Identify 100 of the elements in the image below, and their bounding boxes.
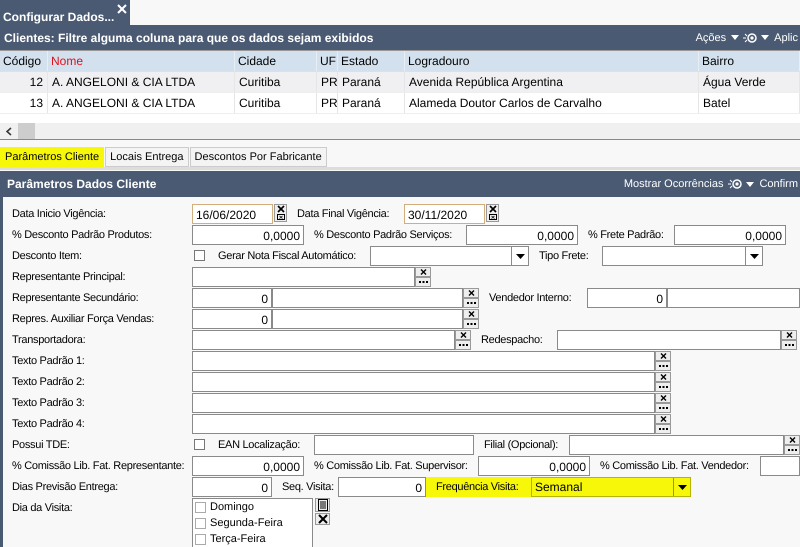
toolbar-action[interactable]: Ações	[694, 32, 728, 44]
lookup-field[interactable]	[557, 330, 781, 350]
tab[interactable]: Locais Entrega	[105, 147, 189, 167]
number-field[interactable]: 0	[338, 477, 426, 497]
clear-button[interactable]	[463, 309, 479, 319]
scrollbar-thumb[interactable]	[18, 123, 35, 139]
checkbox-list[interactable]: Domingo Segunda-Feira Terça-Feira	[192, 498, 313, 547]
lookup-field[interactable]	[272, 309, 463, 329]
table-cell: A. ANGELONI & CIA LTDA	[48, 72, 235, 92]
lookup-field[interactable]	[192, 414, 655, 434]
display-options-icon[interactable]	[743, 32, 758, 44]
date-field[interactable]: 30/11/2020	[404, 204, 485, 224]
caret-icon[interactable]	[761, 35, 770, 40]
select-all-button[interactable]	[315, 498, 330, 512]
clear-date-button[interactable]	[486, 204, 499, 222]
clear-button[interactable]	[655, 393, 671, 403]
lookup-field[interactable]	[192, 393, 655, 413]
dropdown[interactable]	[602, 246, 763, 266]
search-button[interactable]	[655, 424, 671, 434]
table-cell: Curitiba	[235, 93, 317, 113]
grid-title: Clientes: Filtre alguma coluna para que os dados sejam exibidos	[4, 30, 374, 44]
date-field[interactable]: 16/06/2020	[192, 204, 273, 224]
table-cell: Paraná	[338, 93, 405, 113]
caret-icon[interactable]	[731, 35, 740, 40]
checkbox[interactable]	[195, 534, 206, 544]
toolbar-action[interactable]: Aplic	[773, 32, 799, 44]
clear-button[interactable]	[784, 435, 800, 445]
search-button[interactable]	[655, 382, 671, 392]
number-field[interactable]: 0,0000	[478, 456, 590, 476]
close-icon	[788, 437, 796, 443]
close-icon	[660, 395, 666, 401]
caret-icon[interactable]	[746, 182, 754, 186]
number-field[interactable]: 0,0000	[192, 225, 304, 245]
close-icon	[468, 290, 474, 296]
search-button[interactable]	[655, 361, 671, 371]
code-field[interactable]: 0	[192, 288, 272, 308]
lookup-field[interactable]	[667, 288, 800, 308]
document-tab[interactable]: Configurar Dados...	[0, 0, 130, 25]
search-button[interactable]	[415, 277, 431, 287]
tab[interactable]: Parâmetros Cliente	[0, 147, 104, 167]
clear-button[interactable]	[415, 267, 431, 277]
column-header[interactable]: Cidade	[235, 51, 317, 71]
search-button[interactable]	[463, 319, 479, 329]
field-label: Texto Padrão 4:	[12, 417, 86, 432]
number-field[interactable]: 0,0000	[192, 456, 304, 476]
horizontal-scrollbar[interactable]	[0, 123, 800, 139]
checkbox[interactable]	[194, 250, 205, 261]
lookup-field[interactable]	[192, 330, 455, 350]
close-icon	[318, 514, 328, 524]
close-icon	[420, 269, 426, 275]
clear-button[interactable]	[655, 372, 671, 382]
checkbox[interactable]	[195, 502, 206, 512]
lookup-field[interactable]	[272, 288, 463, 308]
tab[interactable]: Descontos Por Fabricante	[190, 147, 327, 167]
text-field[interactable]	[760, 456, 800, 476]
clear-button[interactable]	[781, 330, 797, 340]
clear-button[interactable]	[455, 330, 471, 340]
column-header[interactable]: Bairro	[699, 51, 800, 71]
text-field[interactable]	[314, 435, 474, 455]
lookup-field[interactable]	[192, 267, 415, 287]
column-header[interactable]: Estado	[338, 51, 405, 71]
close-icon	[468, 311, 474, 317]
checkbox[interactable]	[194, 439, 205, 450]
number-field[interactable]: 0,0000	[674, 225, 786, 245]
field-label: Filial (Opcional):	[483, 438, 560, 453]
number-field[interactable]: 0	[192, 477, 272, 497]
number-field[interactable]: 0,0000	[466, 225, 578, 245]
clear-date-button[interactable]	[274, 204, 287, 222]
clear-button[interactable]	[315, 513, 330, 525]
toolbar-action[interactable]: Confirm	[758, 178, 799, 190]
dropdown[interactable]: Semanal	[531, 477, 691, 497]
search-button[interactable]	[455, 340, 471, 350]
column-header[interactable]: Nome	[48, 51, 235, 71]
close-icon[interactable]	[117, 4, 127, 14]
close-icon	[660, 353, 666, 359]
table-cell: Água Verde	[699, 72, 800, 92]
clear-button[interactable]	[463, 288, 479, 298]
scroll-left-icon[interactable]	[5, 126, 13, 136]
column-header[interactable]: Logradouro	[405, 51, 699, 71]
clear-button[interactable]	[655, 351, 671, 361]
code-field[interactable]: 0	[587, 288, 667, 308]
search-button[interactable]	[655, 403, 671, 413]
lookup-field[interactable]	[569, 435, 784, 455]
column-header[interactable]: Código	[0, 51, 48, 71]
lookup-field[interactable]	[192, 351, 655, 371]
display-options-icon[interactable]	[728, 178, 742, 190]
search-button[interactable]	[781, 340, 797, 350]
ellipsis-icon	[458, 344, 468, 346]
search-button[interactable]	[463, 298, 479, 308]
field-label: Representante Principal:	[12, 270, 126, 285]
toolbar-action[interactable]: Mostrar Ocorrências	[622, 178, 724, 190]
field-label: Frequência Visita:	[426, 477, 531, 497]
lookup-field[interactable]	[192, 372, 655, 392]
column-header[interactable]: UF	[317, 51, 338, 71]
field-label: Dias Previsão Entrega:	[12, 480, 119, 495]
clear-button[interactable]	[655, 414, 671, 424]
search-button[interactable]	[784, 445, 800, 455]
field-label: Seq. Visita:	[281, 480, 335, 495]
checkbox[interactable]	[195, 518, 206, 528]
code-field[interactable]: 0	[192, 309, 272, 329]
